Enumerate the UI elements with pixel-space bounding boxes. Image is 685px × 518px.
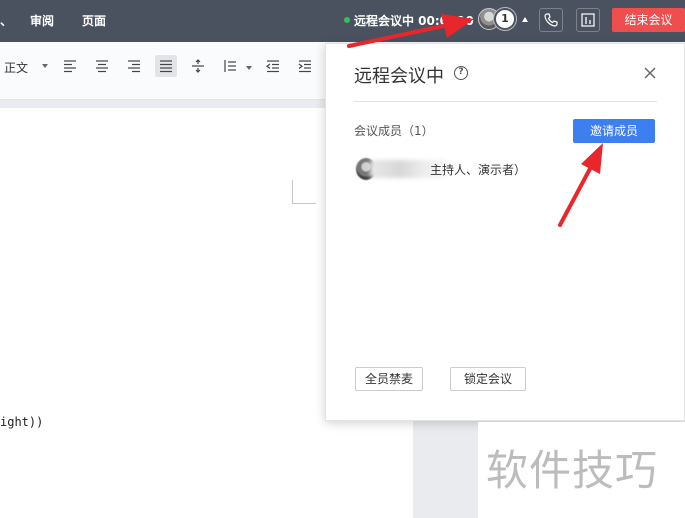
chevron-down-icon[interactable]: [42, 64, 48, 68]
live-indicator-icon: [344, 17, 350, 23]
member-role: 主持人、演示者）: [430, 163, 527, 177]
page-margin-marker: [292, 180, 316, 204]
caret-up-icon[interactable]: [522, 17, 528, 22]
menu-item-review[interactable]: 审阅: [30, 12, 54, 29]
align-right-icon[interactable]: [123, 55, 145, 77]
close-icon[interactable]: [643, 66, 657, 80]
top-bar: 、 审阅 页面 远程会议中 00:0 :10 1 结束会议: [0, 0, 685, 42]
watermark: 软件技巧: [486, 446, 659, 495]
decrease-indent-icon[interactable]: [262, 55, 284, 77]
list-item[interactable]: 主持人、演示者）: [350, 156, 650, 182]
paragraph-style-select[interactable]: 正文: [4, 59, 28, 76]
lock-meeting-button[interactable]: 锁定会议: [450, 367, 526, 391]
end-meeting-button[interactable]: 结束会议: [612, 8, 685, 32]
divider: [354, 101, 657, 102]
increase-indent-icon[interactable]: [294, 55, 316, 77]
stats-button[interactable]: [576, 8, 600, 32]
bar-chart-icon: [581, 13, 595, 27]
meeting-status: 远程会议中 00:0 :10: [354, 14, 474, 28]
phone-button[interactable]: [539, 8, 563, 32]
chevron-down-icon[interactable]: [246, 66, 252, 70]
align-justify-icon[interactable]: [155, 55, 177, 77]
help-icon[interactable]: ?: [454, 66, 468, 80]
paragraph-spacing-icon[interactable]: [219, 55, 241, 77]
menu-item-page[interactable]: 页面: [82, 12, 106, 29]
align-center-icon[interactable]: [91, 55, 113, 77]
line-spacing-icon[interactable]: [187, 55, 209, 77]
member-count-badge[interactable]: 1: [494, 8, 516, 30]
menu-item-partial[interactable]: 、: [0, 12, 12, 29]
meeting-panel: 远程会议中 ? 会议成员（1） 邀请成员 主持人、演示者） 全员禁麦 锁定会议: [325, 43, 685, 421]
phone-icon: [544, 13, 558, 27]
align-left-icon[interactable]: [59, 55, 81, 77]
panel-title: 远程会议中: [354, 66, 444, 87]
mute-all-button[interactable]: 全员禁麦: [355, 367, 423, 391]
document-text[interactable]: ight)): [0, 415, 43, 429]
invite-members-button[interactable]: 邀请成员: [573, 119, 655, 143]
members-label: 会议成员（1）: [354, 124, 434, 138]
